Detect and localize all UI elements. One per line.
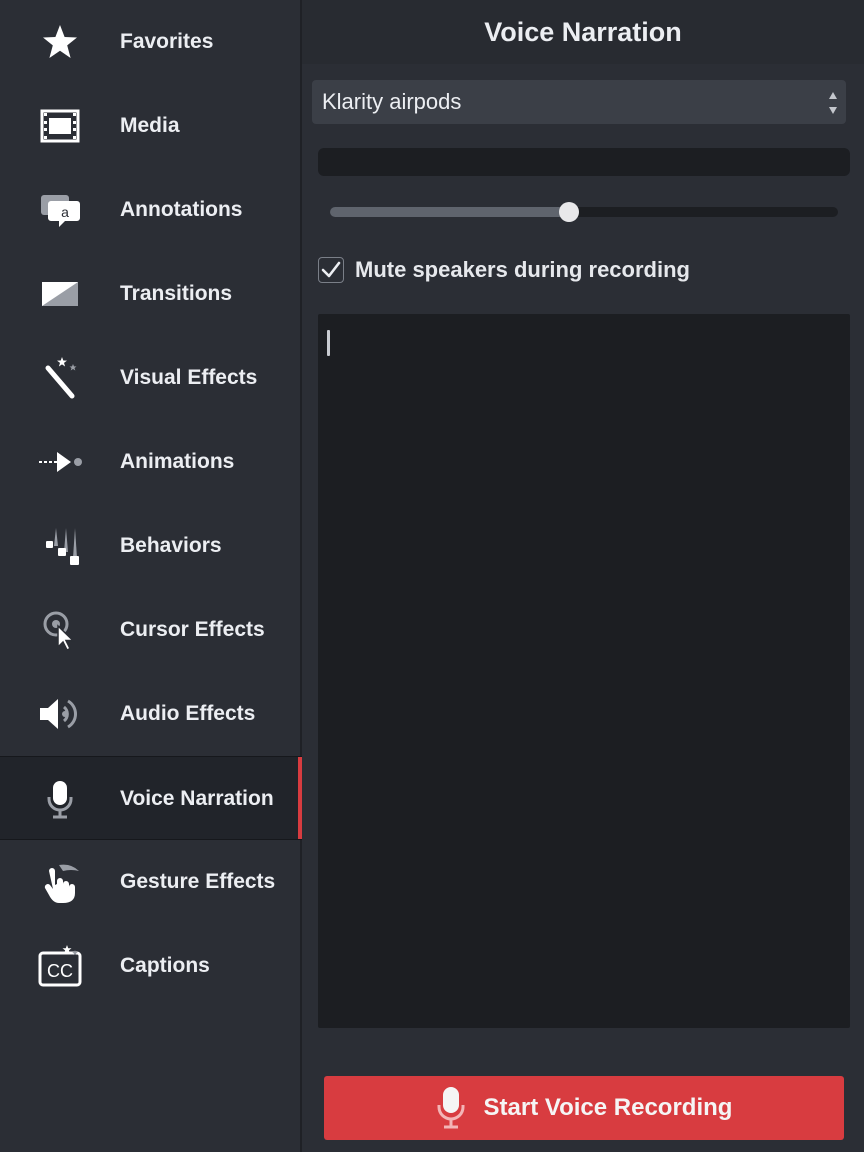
sidebar-item-behaviors[interactable]: Behaviors [0, 504, 302, 588]
sidebar-item-label: Cursor Effects [120, 618, 265, 641]
sidebar-item-label: Annotations [120, 198, 243, 221]
sidebar-item-transitions[interactable]: Transitions [0, 252, 302, 336]
microphone-icon [437, 1087, 465, 1129]
sidebar-item-label: Favorites [120, 30, 214, 53]
sidebar-item-voice-narration[interactable]: Voice Narration [0, 756, 302, 840]
sidebar-item-label: Captions [120, 954, 210, 977]
transition-icon [36, 270, 84, 318]
checkmark-icon [321, 261, 341, 278]
star-icon [36, 18, 84, 66]
captions-icon: CC [36, 942, 84, 990]
microphone-icon [36, 775, 84, 823]
select-arrows-icon [828, 88, 838, 116]
text-caret [327, 330, 330, 356]
magic-wand-icon [36, 354, 84, 402]
mute-speakers-label: Mute speakers during recording [355, 257, 690, 282]
sidebar-item-audio-effects[interactable]: Audio Effects [0, 672, 302, 756]
sidebar-item-gesture-effects[interactable]: Gesture Effects [0, 840, 302, 924]
slider-fill [330, 207, 569, 217]
mute-speakers-option[interactable]: Mute speakers during recording [318, 254, 690, 286]
sidebar-item-label: Transitions [120, 282, 233, 305]
sidebar-item-media[interactable]: Media [0, 84, 302, 168]
arrow-path-icon [36, 438, 84, 486]
sidebar: Favorites Media a Annotations Transition… [0, 0, 302, 1152]
behaviors-icon [36, 522, 84, 570]
microphone-device-select[interactable]: Klarity airpods [312, 80, 846, 124]
sidebar-item-label: Voice Narration [120, 787, 274, 810]
film-strip-icon [36, 102, 84, 150]
speaker-icon [36, 690, 84, 738]
sidebar-item-label: Media [120, 114, 180, 137]
sidebar-item-label: Visual Effects [120, 366, 258, 389]
sidebar-item-animations[interactable]: Animations [0, 420, 302, 504]
sidebar-item-annotations[interactable]: a Annotations [0, 168, 302, 252]
script-textarea[interactable] [318, 314, 850, 1028]
sidebar-item-label: Animations [120, 450, 235, 473]
svg-text:a: a [61, 204, 69, 220]
sidebar-item-label: Audio Effects [120, 702, 256, 725]
sidebar-item-cursor-effects[interactable]: Cursor Effects [0, 588, 302, 672]
panel-title: Voice Narration [302, 0, 864, 64]
svg-text:CC: CC [47, 961, 73, 981]
start-voice-recording-button[interactable]: Start Voice Recording [324, 1076, 844, 1140]
device-select-value: Klarity airpods [322, 89, 462, 114]
voice-narration-panel: Voice Narration Klarity airpods Mute spe… [302, 0, 864, 1152]
sidebar-item-label: Behaviors [120, 534, 222, 557]
hand-icon [36, 858, 84, 906]
sidebar-item-label: Gesture Effects [120, 870, 276, 893]
sidebar-item-captions[interactable]: CC Captions [0, 924, 302, 1008]
record-button-label: Start Voice Recording [483, 1094, 733, 1121]
sidebar-item-visual-effects[interactable]: Visual Effects [0, 336, 302, 420]
input-volume-slider[interactable] [330, 202, 838, 222]
mute-speakers-checkbox[interactable] [318, 257, 344, 283]
input-level-meter [318, 148, 850, 176]
callout-icon: a [36, 186, 84, 234]
slider-thumb[interactable] [559, 202, 579, 222]
cursor-icon [36, 606, 84, 654]
sidebar-item-favorites[interactable]: Favorites [0, 0, 302, 84]
